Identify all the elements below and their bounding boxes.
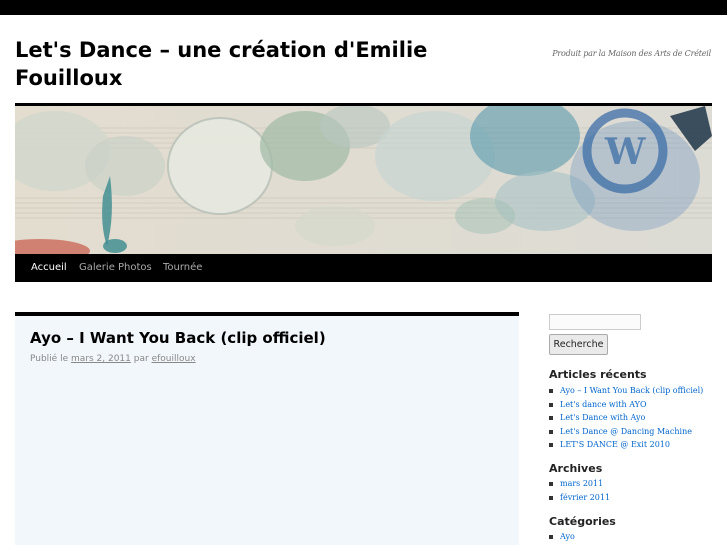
nav-item-accueil[interactable]: Accueil — [31, 254, 67, 282]
post-meta-by: par — [133, 354, 149, 364]
recent-post-link[interactable]: Let's dance with AYO — [560, 400, 647, 409]
post-meta: Publié le mars 2, 2011 par efouilloux — [30, 354, 196, 364]
post-title[interactable]: Ayo – I Want You Back (clip officiel) — [30, 329, 326, 347]
site-description: Produit par la Maison des Arts de Crétei… — [552, 49, 711, 58]
post-article: Ayo – I Want You Back (clip officiel) Pu… — [15, 312, 519, 545]
recent-post-item[interactable]: Let's dance with AYO — [549, 398, 703, 412]
post-date-link[interactable]: mars 2, 2011 — [71, 354, 131, 364]
bullet-icon — [549, 402, 553, 407]
bullet-icon — [549, 443, 553, 447]
post-meta-prefix: Publié le — [30, 354, 69, 364]
site-title[interactable]: Let's Dance – une création d'Emilie Foui… — [15, 36, 485, 92]
archives-list: mars 2011 février 2011 — [549, 477, 610, 504]
bullet-icon — [549, 389, 553, 393]
recent-post-item[interactable]: Let's Dance @ Dancing Machine — [549, 425, 703, 439]
nav-item-tournee[interactable]: Tournée — [163, 254, 202, 282]
recent-post-link[interactable]: Ayo – I Want You Back (clip officiel) — [560, 386, 703, 395]
archive-link[interactable]: février 2011 — [560, 493, 610, 502]
bullet-icon — [549, 482, 553, 486]
recent-post-link[interactable]: Let's Dance @ Dancing Machine — [560, 427, 692, 436]
recent-post-link[interactable]: LET'S DANCE @ Exit 2010 — [560, 440, 670, 449]
bullet-icon — [549, 535, 553, 539]
recent-posts-list: Ayo – I Want You Back (clip officiel) Le… — [549, 384, 703, 452]
recent-post-item[interactable]: Ayo – I Want You Back (clip officiel) — [549, 384, 703, 398]
category-item[interactable]: Ayo — [549, 530, 575, 544]
header-banner-image: W — [15, 106, 712, 254]
search-button[interactable]: Recherche — [549, 334, 608, 355]
nav-item-galerie-photos[interactable]: Galerie Photos — [79, 254, 152, 282]
archives-title: Archives — [549, 462, 603, 475]
search-input[interactable] — [549, 314, 641, 330]
recent-post-item[interactable]: Let's Dance with Ayo — [549, 411, 703, 425]
bullet-icon — [549, 416, 553, 420]
top-bar — [0, 0, 727, 15]
archive-item[interactable]: mars 2011 — [549, 477, 610, 491]
archive-item[interactable]: février 2011 — [549, 491, 610, 505]
categories-title: Catégories — [549, 515, 616, 528]
bullet-icon — [549, 495, 553, 500]
recent-posts-title: Articles récents — [549, 368, 647, 381]
post-author-link[interactable]: efouilloux — [152, 354, 196, 364]
recent-post-link[interactable]: Let's Dance with Ayo — [560, 413, 645, 422]
category-link[interactable]: Ayo — [560, 532, 575, 541]
archive-link[interactable]: mars 2011 — [560, 479, 603, 488]
main-navigation: Accueil Galerie Photos Tournée — [15, 254, 712, 282]
categories-list: Ayo — [549, 530, 575, 544]
svg-text:W: W — [604, 131, 646, 173]
bullet-icon — [549, 429, 553, 434]
recent-post-item[interactable]: LET'S DANCE @ Exit 2010 — [549, 438, 703, 452]
